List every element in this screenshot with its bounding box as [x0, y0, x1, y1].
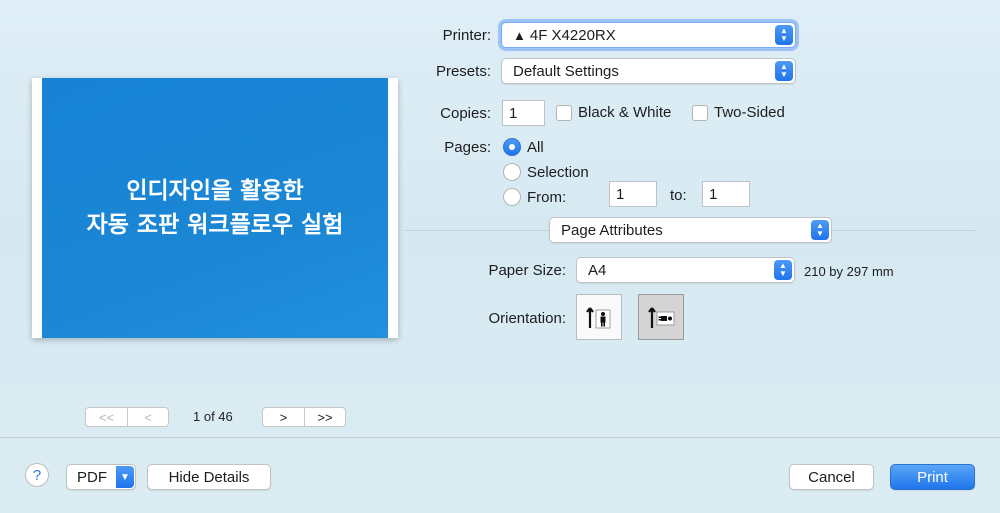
- printer-popup[interactable]: ▲ 4F X4220RX ▲ ▼: [501, 22, 796, 48]
- next-page-button[interactable]: >: [263, 408, 304, 426]
- portrait-orientation-icon: [586, 307, 611, 329]
- page-counter: 1 of 46: [193, 409, 233, 424]
- pages-all-label: All: [527, 138, 544, 156]
- chevron-down-icon: ▼: [116, 466, 134, 488]
- checkbox-box: [692, 104, 708, 121]
- pdf-label: PDF: [77, 468, 107, 486]
- to-label: to:: [670, 187, 687, 204]
- landscape-button[interactable]: [638, 294, 684, 340]
- printer-value: 4F X4220RX: [529, 26, 616, 44]
- print-button[interactable]: Print: [890, 464, 975, 490]
- paper-size-popup[interactable]: A4 ▲ ▼: [576, 257, 795, 283]
- orientation-label: Orientation:: [488, 310, 566, 327]
- checkbox-box: [556, 104, 572, 121]
- pages-from-label: From:: [527, 188, 567, 206]
- last-page-button[interactable]: >>: [304, 408, 345, 426]
- preview-title-line-2: 자동 조판 워크플로우 실험: [86, 212, 344, 238]
- paper-dimensions: 210 by 297 mm: [804, 264, 894, 279]
- radio-selected-icon: [503, 138, 521, 156]
- landscape-orientation-icon: [648, 307, 675, 328]
- radio-icon: [503, 188, 521, 206]
- first-page-button[interactable]: <<: [86, 408, 127, 426]
- preview-title-line-1: 인디자인을 활용한: [126, 178, 304, 204]
- popup-arrows-icon: ▲ ▼: [774, 260, 792, 280]
- pages-selection-radio[interactable]: Selection: [503, 163, 589, 181]
- from-page-field[interactable]: 1: [609, 181, 657, 207]
- to-page-field[interactable]: 1: [702, 181, 750, 207]
- popup-arrows-icon: ▲ ▼: [775, 25, 793, 45]
- popup-arrows-icon: ▲ ▼: [811, 220, 829, 240]
- copies-field[interactable]: 1: [502, 100, 545, 126]
- presets-label: Presets:: [435, 63, 491, 80]
- pages-selection-label: Selection: [527, 163, 589, 181]
- pdf-menu-button[interactable]: PDF ▼: [66, 464, 136, 490]
- warning-triangle-icon: ▲: [513, 27, 526, 43]
- two-sided-checkbox[interactable]: Two-Sided: [692, 104, 785, 121]
- section-popup[interactable]: Page Attributes ▲ ▼: [549, 217, 832, 243]
- page-preview: 인디자인을 활용한 자동 조판 워크플로우 실험: [32, 78, 398, 338]
- preview-slide: 인디자인을 활용한 자동 조판 워크플로우 실험: [42, 78, 388, 338]
- hide-details-button[interactable]: Hide Details: [147, 464, 271, 490]
- preview-forward-nav: > >>: [262, 407, 346, 427]
- two-sided-label: Two-Sided: [714, 104, 785, 121]
- pages-label: Pages:: [444, 139, 491, 156]
- presets-popup[interactable]: Default Settings ▲ ▼: [501, 58, 796, 84]
- copies-label: Copies:: [440, 105, 491, 122]
- black-white-checkbox[interactable]: Black & White: [556, 104, 671, 121]
- portrait-button[interactable]: [576, 294, 622, 340]
- help-button[interactable]: ?: [25, 463, 49, 487]
- pages-all-radio[interactable]: All: [503, 138, 544, 156]
- paper-size-label: Paper Size:: [488, 262, 566, 279]
- pages-from-radio[interactable]: From:: [503, 188, 566, 206]
- previous-page-button[interactable]: <: [127, 408, 168, 426]
- presets-value: Default Settings: [513, 62, 619, 80]
- radio-icon: [503, 163, 521, 181]
- preview-back-nav: << <: [85, 407, 169, 427]
- popup-arrows-icon: ▲ ▼: [775, 61, 793, 81]
- cancel-button[interactable]: Cancel: [789, 464, 874, 490]
- black-white-label: Black & White: [578, 104, 672, 121]
- section-value: Page Attributes: [561, 221, 663, 239]
- printer-label: Printer:: [442, 27, 491, 44]
- paper-size-value: A4: [588, 261, 607, 279]
- footer-divider: [0, 437, 1000, 438]
